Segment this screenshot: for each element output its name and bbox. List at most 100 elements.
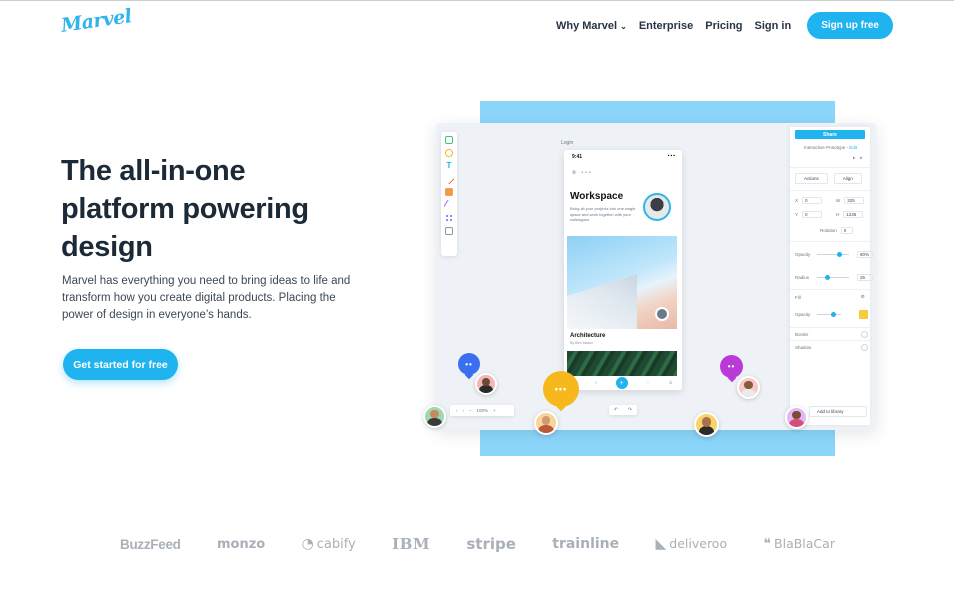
zoom-in[interactable]: +	[493, 408, 496, 413]
nav-enterprise[interactable]: Enterprise	[639, 20, 693, 32]
w-input[interactable]: 325	[844, 197, 865, 204]
hero-headline: The all-in-one platform powering design	[61, 155, 309, 263]
avatar	[534, 411, 558, 435]
marvel-logo[interactable]: Marvel	[60, 5, 133, 37]
divider	[790, 340, 870, 341]
shadow-label: Shadow	[795, 345, 812, 350]
play-controls: ▸ ▸	[853, 155, 863, 161]
nav-why-marvel[interactable]: Why Marvel ⌄	[556, 20, 627, 32]
text-tool-icon[interactable]: T	[445, 162, 453, 170]
opacity-slider[interactable]	[817, 252, 849, 257]
border-toggle[interactable]	[861, 331, 868, 338]
add-icon: +	[615, 377, 628, 389]
fill-opacity-row: Opacity	[795, 310, 868, 319]
prototype-label: Interactive Prototype - Edit	[804, 145, 857, 150]
cabify-mark-icon: ◔	[301, 536, 314, 552]
phone-header-icons: ⦾ •••	[572, 170, 593, 176]
x-input[interactable]: 0	[802, 197, 823, 204]
phone-screen: 9:41 ▪▪▪ ⦾ ••• Workspace Bring all your …	[564, 150, 682, 390]
shape-tool-icon[interactable]	[445, 149, 453, 157]
divider	[790, 327, 870, 328]
frame-tool-icon[interactable]	[445, 136, 453, 144]
zoom-next[interactable]: ›	[456, 408, 458, 413]
radius-slider[interactable]	[817, 275, 849, 280]
pen-tool-icon[interactable]	[443, 199, 455, 211]
top-border	[0, 0, 954, 1]
avatar	[475, 373, 497, 395]
position-row: X 0 W 325	[795, 197, 865, 204]
card-subtitle: By Alex Mason	[570, 341, 594, 345]
workspace-title: Workspace	[570, 191, 624, 202]
radius-label: Radius	[795, 275, 810, 280]
shadow-toggle[interactable]	[861, 344, 868, 351]
y-label: Y	[795, 212, 799, 217]
components-icon[interactable]	[445, 214, 453, 222]
border-label: Border	[795, 332, 809, 337]
actions-tab[interactable]: Actions	[795, 173, 828, 184]
opacity-label: Opacity	[795, 252, 811, 257]
redo-icon[interactable]: ↷	[628, 407, 632, 413]
border-row: Border	[795, 331, 868, 338]
opacity-knob[interactable]	[837, 252, 842, 257]
fill-color-swatch[interactable]	[859, 310, 868, 319]
align-tab[interactable]: Align	[833, 173, 862, 184]
chat-bubble-purple: ••	[720, 355, 743, 378]
y-input[interactable]: 0	[802, 211, 823, 218]
image-tool-icon[interactable]	[445, 188, 453, 196]
phone-status-icons: ▪▪▪	[667, 153, 676, 159]
author-avatar	[655, 307, 669, 321]
screen-label: Login	[561, 140, 574, 146]
building-shape	[567, 274, 637, 329]
play-icon[interactable]: ▸	[853, 155, 855, 161]
rotation-input[interactable]: 0	[840, 227, 853, 234]
trainline-logo: trainline	[552, 536, 620, 552]
play-next-icon[interactable]: ▸	[860, 155, 862, 161]
zoom-controls: › ‹ – 100% +	[450, 405, 514, 416]
architecture-photo	[567, 236, 677, 329]
rotation-label: Rotation	[820, 228, 837, 233]
divider	[790, 190, 870, 191]
rotation-row: Rotation 0	[820, 227, 853, 234]
panel-tabs: Actions Align	[795, 173, 862, 184]
main-nav: Why Marvel ⌄ Enterprise Pricing Sign in S…	[556, 12, 893, 39]
fill-opacity-slider[interactable]	[817, 312, 841, 317]
shadow-row: Shadow	[795, 344, 868, 351]
line-tool-icon[interactable]	[443, 173, 455, 185]
customer-logos: BuzzFeed monzo ◔ cabify IBM stripe trainl…	[120, 535, 835, 553]
deliveroo-logo: ◣ deliveroo	[656, 536, 728, 552]
avatar	[737, 376, 760, 399]
radius-knob[interactable]	[825, 275, 830, 280]
opacity-input[interactable]: 80%	[857, 251, 873, 258]
prototype-edit-link[interactable]: Edit	[849, 145, 857, 150]
workspace-text: Bring all your projects into one single …	[570, 206, 636, 222]
radius-input[interactable]: 25	[857, 274, 873, 281]
stripe-logo: stripe	[466, 535, 516, 553]
h-input[interactable]: 1236	[843, 211, 864, 218]
profile-icon: ♙	[668, 380, 673, 386]
zoom-out[interactable]: –	[469, 408, 472, 413]
fill-opacity-knob[interactable]	[831, 312, 836, 317]
size-row: Y 0 H 1236	[795, 211, 864, 218]
nav-sign-in[interactable]: Sign in	[755, 20, 792, 32]
zoom-level: 100%	[476, 408, 489, 413]
nav-why-marvel-label: Why Marvel	[555, 19, 618, 32]
search-icon: ○	[594, 380, 598, 386]
blablacar-mark-icon: ❝	[763, 536, 772, 552]
fill-row: Fill ⚙	[795, 294, 865, 300]
plants-photo	[567, 351, 677, 377]
zoom-prev[interactable]: ‹	[463, 408, 465, 413]
chevron-down-icon: ⌄	[620, 21, 627, 31]
share-button[interactable]: Share	[795, 130, 865, 139]
assets-icon[interactable]	[445, 227, 453, 235]
nav-pricing[interactable]: Pricing	[705, 20, 742, 32]
get-started-button[interactable]: Get started for free	[63, 349, 178, 380]
undo-icon[interactable]: ↶	[614, 407, 618, 413]
sign-up-button[interactable]: Sign up free	[807, 12, 893, 39]
gear-icon[interactable]: ⚙	[861, 294, 865, 300]
heart-icon: ♡	[645, 380, 651, 386]
card-title: Architecture	[570, 333, 606, 339]
phone-tabbar: ⌂ ○ + ♡ ♙	[564, 376, 682, 390]
fill-opacity-label: Opacity	[795, 312, 811, 317]
add-to-library-button[interactable]: Add to library	[809, 406, 867, 417]
undo-redo-controls: ↶ ↷	[609, 405, 637, 415]
